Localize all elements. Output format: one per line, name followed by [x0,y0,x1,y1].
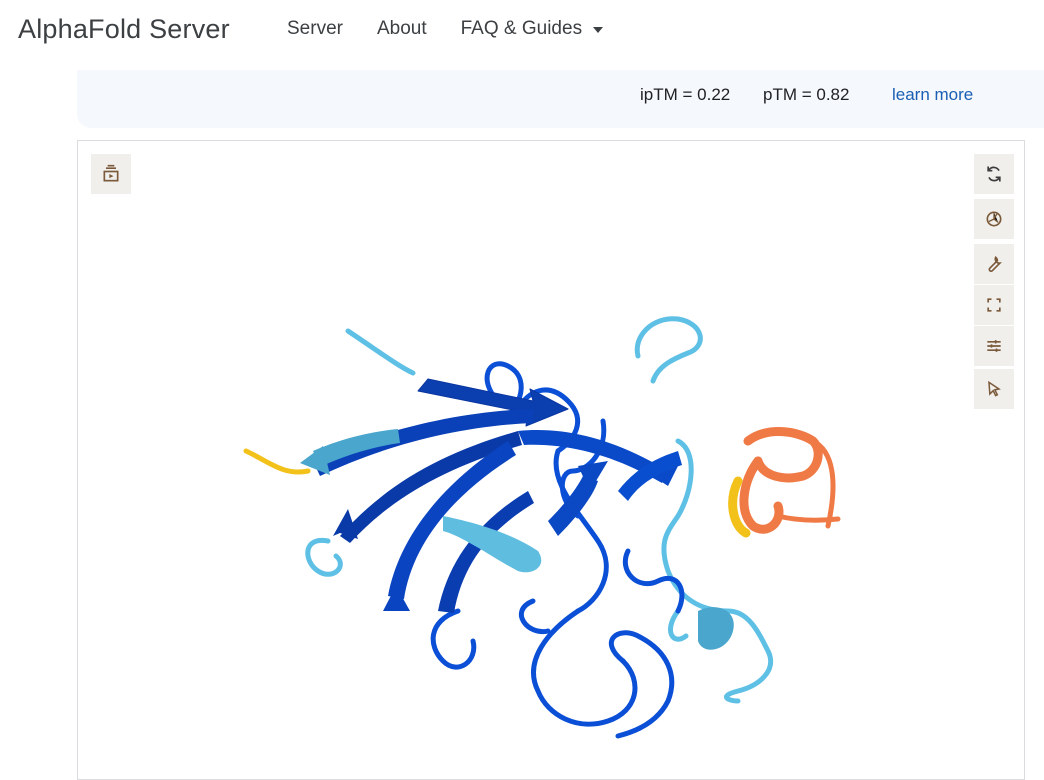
coil-dark [518,598,551,635]
learn-more-link[interactable]: learn more [892,85,973,105]
beta-strand [383,586,410,611]
screenshot-icon [986,211,1002,227]
main-nav: Server About FAQ & Guides [287,18,637,40]
reset-rotation-button[interactable] [974,154,1014,194]
top-bar: AlphaFold Server Server About FAQ & Guid… [0,0,1044,62]
nav-about[interactable]: About [377,18,427,40]
light-helix [698,607,734,650]
nav-faq-guides[interactable]: FAQ & Guides [460,18,604,40]
cursor-select-button[interactable] [974,369,1014,409]
nav-faq-label: FAQ & Guides [460,18,583,39]
yellow-tail [243,448,311,475]
structure-viewer[interactable] [77,140,1025,780]
coil-dark [622,548,685,614]
nav-about-label: About [376,18,427,39]
confidence-metrics-bar: ipTM = 0.22 pTM = 0.82 learn more [77,70,1044,128]
iptm-value: ipTM = 0.22 [640,85,731,104]
coil-light [345,328,416,376]
coil-dark [531,608,638,727]
chevron-down-icon [593,27,604,33]
playback-icon [103,164,119,182]
reset-rotation-icon [987,166,1001,182]
screenshot-button[interactable] [974,199,1014,239]
orange-helix [743,427,823,483]
coil-dark [608,630,675,739]
nav-server[interactable]: Server [287,18,343,40]
brand-logo-text[interactable]: AlphaFold Server [18,14,230,45]
settings-sliders-icon [987,340,1001,352]
coil-light [661,438,774,704]
nav-server-label: Server [287,18,343,39]
wrench-icon [988,256,1003,272]
coil-light [634,316,703,384]
fullscreen-button[interactable] [974,285,1014,325]
cursor-select-icon [988,380,1001,397]
fullscreen-icon [987,298,1001,312]
coil-dark [430,608,477,670]
settings-sliders-button[interactable] [974,326,1014,366]
protein-structure[interactable] [78,141,1026,761]
wrench-button[interactable] [974,244,1014,284]
coil-light [305,537,343,577]
playback-button[interactable] [91,154,131,194]
coil-light [668,608,689,642]
ptm-value: pTM = 0.82 [763,85,850,104]
